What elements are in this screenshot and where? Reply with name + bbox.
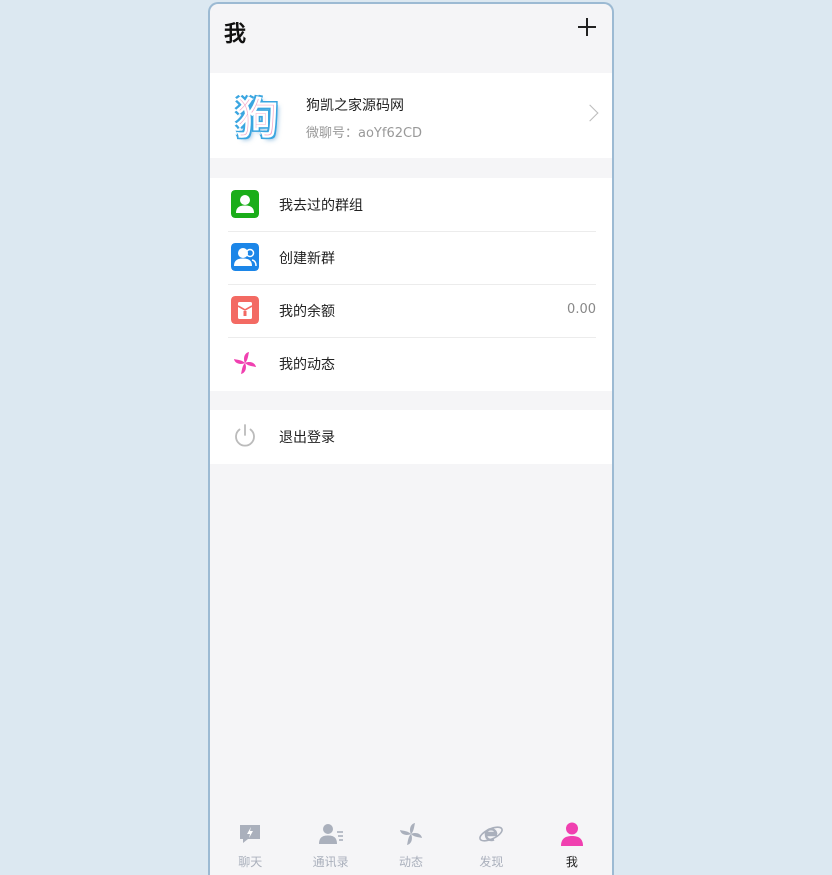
add-button[interactable] xyxy=(576,16,598,38)
profile-card[interactable]: 狗 狗凯之家源码网 微聊号：aoYf62CD xyxy=(210,73,612,158)
tab-bar: 聊天 通讯录 动态 发现 我 xyxy=(210,817,612,875)
tab-label: 通讯录 xyxy=(312,855,349,869)
profile-id: 微聊号：aoYf62CD xyxy=(306,126,423,141)
menu-label: 退出登录 xyxy=(279,430,335,446)
menu-label: 我去过的群组 xyxy=(279,198,363,214)
page-title: 我 xyxy=(224,22,247,47)
pinwheel-icon xyxy=(400,823,423,845)
tab-chat[interactable]: 聊天 xyxy=(210,817,290,875)
chevron-right-icon xyxy=(581,104,599,122)
chat-icon xyxy=(240,825,261,843)
menu-group-main: 我去过的群组 创建新群 我的余额 0.00 我的动态 xyxy=(210,178,612,391)
contacts-icon xyxy=(318,824,343,844)
tab-label: 动态 xyxy=(399,855,424,869)
menu-item-create-group[interactable]: 创建新群 xyxy=(210,231,612,284)
tab-discover[interactable]: 发现 xyxy=(451,817,531,875)
menu-item-balance[interactable]: 我的余额 0.00 xyxy=(210,284,612,337)
tab-label: 发现 xyxy=(479,855,504,869)
menu-item-my-moments[interactable]: 我的动态 xyxy=(210,337,612,390)
tab-contacts[interactable]: 通讯录 xyxy=(290,817,370,875)
wallet-icon xyxy=(231,296,259,324)
discover-icon xyxy=(479,826,504,842)
phone-frame: 我 狗 狗凯之家源码网 微聊号：aoYf62CD 我去过的群组 创建新群 我的余… xyxy=(208,2,614,875)
menu-group-logout: 退出登录 xyxy=(210,410,612,464)
tab-label: 我 xyxy=(565,855,578,869)
logout-button[interactable]: 退出登录 xyxy=(210,410,612,463)
me-icon xyxy=(560,822,583,846)
create-group-icon xyxy=(231,243,259,271)
tab-me[interactable]: 我 xyxy=(532,817,612,875)
tab-moments[interactable]: 动态 xyxy=(371,817,451,875)
profile-name: 狗凯之家源码网 xyxy=(306,98,404,114)
menu-label: 我的余额 xyxy=(279,304,335,320)
avatar-logo: 狗 xyxy=(235,93,278,143)
tab-label: 聊天 xyxy=(238,855,263,869)
balance-value: 0.00 xyxy=(567,302,596,317)
menu-label: 创建新群 xyxy=(279,251,335,267)
menu-item-visited-groups[interactable]: 我去过的群组 xyxy=(210,178,612,231)
pinwheel-icon xyxy=(234,352,256,374)
power-icon xyxy=(235,424,255,447)
avatar: 狗 xyxy=(232,87,282,143)
group-visited-icon xyxy=(231,190,259,218)
header: 我 xyxy=(210,4,612,60)
menu-label: 我的动态 xyxy=(279,357,335,373)
